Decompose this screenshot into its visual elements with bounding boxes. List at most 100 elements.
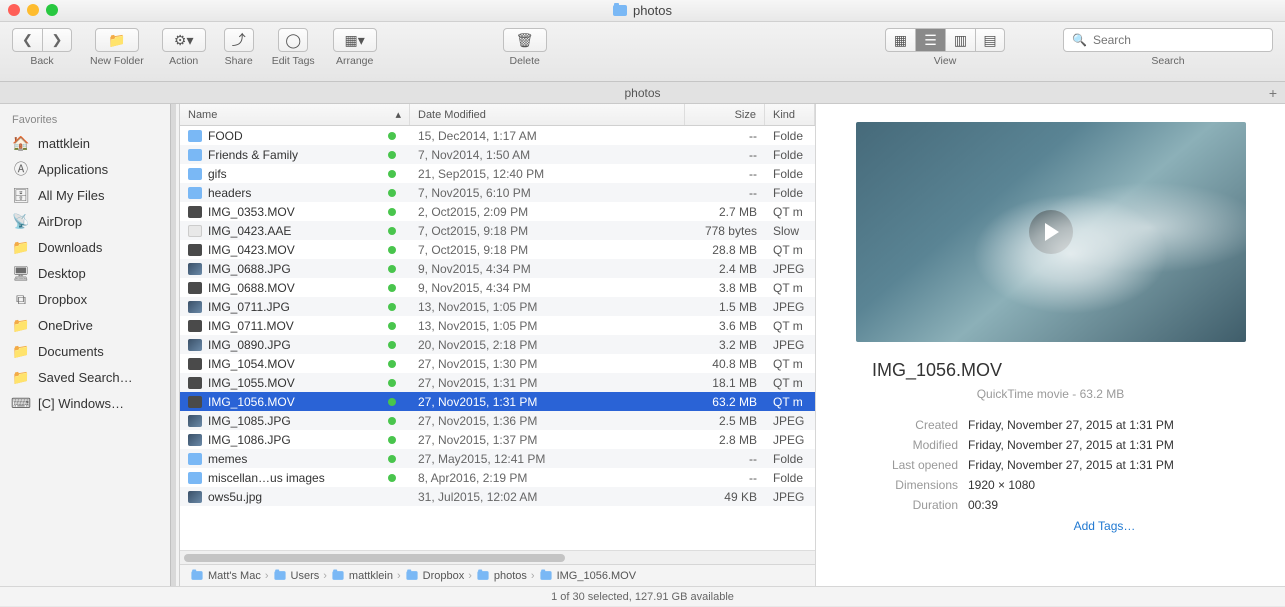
sidebar-item-saved-search-[interactable]: 📁Saved Search…: [0, 364, 179, 390]
window-controls: [8, 4, 58, 16]
sidebar-item-documents[interactable]: 📁Documents: [0, 338, 179, 364]
new-tab-button[interactable]: +: [1269, 85, 1277, 101]
file-row[interactable]: IMG_1085.JPG 27, Nov2015, 1:36 PM 2.5 MB…: [180, 411, 815, 430]
column-size[interactable]: Size: [685, 104, 765, 125]
sidebar-resize-handle[interactable]: [170, 104, 176, 586]
titlebar: photos: [0, 0, 1285, 22]
sidebar-item-downloads[interactable]: 📁Downloads: [0, 234, 179, 260]
add-tags-link[interactable]: Add Tags…: [966, 519, 1136, 533]
search-icon: 🔍: [1072, 33, 1087, 47]
sidebar-item-dropbox[interactable]: ⧉Dropbox: [0, 286, 179, 312]
view-list-button[interactable]: ☰: [915, 28, 945, 52]
horizontal-scrollbar[interactable]: [180, 550, 815, 564]
column-kind[interactable]: Kind: [765, 104, 815, 125]
file-date: 27, Nov2015, 1:36 PM: [410, 414, 685, 428]
search-field[interactable]: 🔍: [1063, 28, 1273, 52]
breadcrumb-label: Users: [291, 570, 320, 582]
breadcrumb[interactable]: Dropbox: [405, 570, 465, 582]
file-row[interactable]: IMG_0423.AAE 7, Oct2015, 9:18 PM 778 byt…: [180, 221, 815, 240]
maximize-button[interactable]: [46, 4, 58, 16]
scroll-thumb[interactable]: [184, 554, 565, 562]
folder-icon: [613, 5, 627, 16]
file-kind: Folde: [765, 186, 815, 200]
file-list[interactable]: FOOD 15, Dec2014, 1:17 AM -- Folde Frien…: [180, 126, 815, 550]
file-row[interactable]: gifs 21, Sep2015, 12:40 PM -- Folde: [180, 164, 815, 183]
sidebar-item-onedrive[interactable]: 📁OneDrive: [0, 312, 179, 338]
view-columns-button[interactable]: ▥: [945, 28, 975, 52]
file-kind: JPEG: [765, 300, 815, 314]
img-icon: [188, 491, 202, 503]
file-row[interactable]: miscellan…us images 8, Apr2016, 2:19 PM …: [180, 468, 815, 487]
breadcrumb[interactable]: mattklein: [331, 570, 393, 582]
sidebar-item-desktop[interactable]: 🖥Desktop: [0, 260, 179, 286]
breadcrumb[interactable]: photos: [476, 570, 527, 582]
file-row[interactable]: memes 27, May2015, 12:41 PM -- Folde: [180, 449, 815, 468]
minimize-button[interactable]: [27, 4, 39, 16]
file-row[interactable]: IMG_0688.MOV 9, Nov2015, 4:34 PM 3.8 MB …: [180, 278, 815, 297]
breadcrumb[interactable]: IMG_1056.MOV: [539, 570, 636, 582]
new-folder-button[interactable]: 📁: [95, 28, 139, 52]
search-label: Search: [1151, 55, 1184, 67]
file-row[interactable]: IMG_0711.MOV 13, Nov2015, 1:05 PM 3.6 MB…: [180, 316, 815, 335]
active-tab[interactable]: photos: [624, 86, 660, 100]
sort-asc-icon: ▴: [395, 108, 401, 121]
sync-ok-icon: [388, 208, 396, 216]
meta-row: Duration00:39: [870, 495, 1231, 515]
forward-button[interactable]: ❯: [42, 28, 72, 52]
edit-tags-button[interactable]: ◯: [278, 28, 308, 52]
file-row[interactable]: IMG_0353.MOV 2, Oct2015, 2:09 PM 2.7 MB …: [180, 202, 815, 221]
file-row[interactable]: IMG_0890.JPG 20, Nov2015, 2:18 PM 3.2 MB…: [180, 335, 815, 354]
file-size: 40.8 MB: [685, 357, 765, 371]
file-kind: QT m: [765, 319, 815, 333]
meta-value: Friday, November 27, 2015 at 1:31 PM: [968, 438, 1231, 452]
file-row[interactable]: Friends & Family 7, Nov2014, 1:50 AM -- …: [180, 145, 815, 164]
sidebar-item-airdrop[interactable]: 📡AirDrop: [0, 208, 179, 234]
file-row[interactable]: IMG_1054.MOV 27, Nov2015, 1:30 PM 40.8 M…: [180, 354, 815, 373]
breadcrumb[interactable]: Users: [273, 570, 320, 582]
sidebar-item-mattklein[interactable]: 🏠mattklein: [0, 130, 179, 156]
sync-ok-icon: [388, 341, 396, 349]
path-bar: Matt's Mac›Users›mattklein›Dropbox›photo…: [180, 564, 815, 586]
breadcrumb-label: photos: [494, 570, 527, 582]
file-date: 9, Nov2015, 4:34 PM: [410, 281, 685, 295]
column-name[interactable]: Name▴: [180, 104, 410, 125]
file-row[interactable]: FOOD 15, Dec2014, 1:17 AM -- Folde: [180, 126, 815, 145]
preview-thumbnail[interactable]: [856, 122, 1246, 342]
column-date[interactable]: Date Modified: [410, 104, 685, 125]
breadcrumb[interactable]: Matt's Mac: [190, 570, 261, 582]
file-row[interactable]: IMG_1055.MOV 27, Nov2015, 1:31 PM 18.1 M…: [180, 373, 815, 392]
sync-ok-icon: [388, 284, 396, 292]
delete-button[interactable]: 🗑: [503, 28, 547, 52]
sidebar-item-label: OneDrive: [38, 318, 93, 333]
file-row[interactable]: IMG_0711.JPG 13, Nov2015, 1:05 PM 1.5 MB…: [180, 297, 815, 316]
file-row[interactable]: ows5u.jpg 31, Jul2015, 12:02 AM 49 KB JP…: [180, 487, 815, 506]
search-input[interactable]: [1093, 33, 1264, 47]
file-kind: Slow: [765, 224, 815, 238]
play-button[interactable]: [1029, 210, 1073, 254]
close-button[interactable]: [8, 4, 20, 16]
sidebar-item--c-windows-[interactable]: ⌨[C] Windows…: [0, 390, 179, 416]
sync-ok-icon: [388, 151, 396, 159]
arrange-button[interactable]: ▦▾: [333, 28, 377, 52]
file-row[interactable]: IMG_0423.MOV 7, Oct2015, 9:18 PM 28.8 MB…: [180, 240, 815, 259]
view-icons-button[interactable]: ▦: [885, 28, 915, 52]
file-row[interactable]: IMG_1086.JPG 27, Nov2015, 1:37 PM 2.8 MB…: [180, 430, 815, 449]
airdrop-icon: 📡: [12, 213, 30, 229]
sidebar-item-label: Dropbox: [38, 292, 87, 307]
file-size: --: [685, 148, 765, 162]
back-button[interactable]: ❮: [12, 28, 42, 52]
share-button[interactable]: ⤴: [224, 28, 254, 52]
file-row[interactable]: IMG_0688.JPG 9, Nov2015, 4:34 PM 2.4 MB …: [180, 259, 815, 278]
sidebar-item-applications[interactable]: ⒶApplications: [0, 156, 179, 182]
file-size: 778 bytes: [685, 224, 765, 238]
folder-icon: [188, 149, 202, 161]
file-row[interactable]: IMG_1056.MOV 27, Nov2015, 1:31 PM 63.2 M…: [180, 392, 815, 411]
action-button[interactable]: ⚙︎▾: [162, 28, 206, 52]
sidebar-item-all-my-files[interactable]: 🗄All My Files: [0, 182, 179, 208]
back-label: Back: [30, 55, 53, 67]
delete-label: Delete: [510, 55, 540, 67]
folder-plus-icon: 📁: [108, 32, 125, 49]
file-row[interactable]: headers 7, Nov2015, 6:10 PM -- Folde: [180, 183, 815, 202]
folder-icon: [540, 571, 551, 580]
view-coverflow-button[interactable]: ▤: [975, 28, 1005, 52]
